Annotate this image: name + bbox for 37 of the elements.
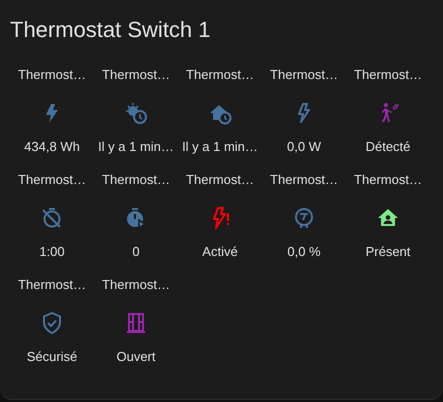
entity-tile[interactable]: Thermost… 0,0 W [262,63,346,168]
entity-state: Activé [202,244,238,260]
entity-state: 0 [132,244,140,260]
entity-name: Thermost… [102,277,170,293]
entity-name: Thermost… [18,172,86,188]
entity-tile[interactable]: Thermost… Détecté [346,63,430,168]
entity-tile[interactable]: Thermost… 0,0 % [262,168,346,273]
entity-state: Détecté [366,139,410,155]
entity-tile[interactable]: Thermost… Activé [178,168,262,273]
entity-name: Thermost… [18,67,86,83]
entity-name: Thermost… [18,277,86,293]
entity-name: Thermost… [270,172,338,188]
entity-state: Sécurisé [26,349,78,365]
entity-state: 0,0 W [287,139,321,155]
entity-name: Thermost… [186,172,254,188]
entity-tile[interactable]: Thermost… Il y a 1 min… [178,63,262,168]
entity-name: Thermost… [102,172,170,188]
entity-state: Ouvert [116,349,156,365]
card-title: Thermostat Switch 1 [10,16,212,44]
entity-state: 1:00 [39,244,65,260]
entity-tile[interactable]: Thermost… Ouvert [94,273,178,378]
entity-tile[interactable]: Thermost… Sécurisé [10,273,94,378]
entity-tile[interactable]: Thermost… 0 [94,168,178,273]
entity-tile[interactable]: Thermost… 1:00 [10,168,94,273]
entity-tile[interactable]: Thermost… 434,8 Wh [10,63,94,168]
entity-state: 434,8 Wh [24,139,80,155]
entity-state: Il y a 1 min… [98,139,174,155]
entity-name: Thermost… [354,172,422,188]
entity-tile[interactable]: Thermost… Il y a 1 min… [94,63,178,168]
entity-name: Thermost… [102,67,170,83]
entity-tile[interactable]: Thermost… Présent [346,168,430,273]
entity-name: Thermost… [270,67,338,83]
entity-state: 0,0 % [287,244,321,260]
entity-name: Thermost… [186,67,254,83]
entity-name: Thermost… [354,67,422,83]
entity-state: Il y a 1 min… [182,139,258,155]
entity-state: Présent [366,244,410,260]
